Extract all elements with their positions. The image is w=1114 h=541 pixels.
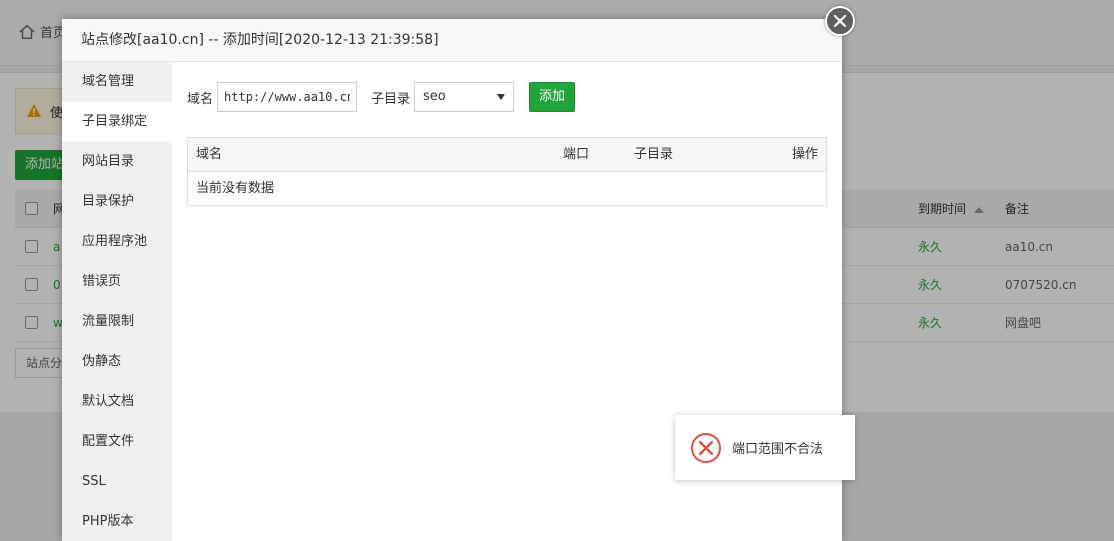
add-binding-button[interactable]: 添加: [529, 82, 576, 112]
domain-input[interactable]: [217, 82, 358, 112]
dialog-sidebar: 域名管理 子目录绑定 网站目录 目录保护 应用程序池 错误页 流量限制 伪静态 …: [62, 62, 172, 541]
toast-message: 端口范围不合法: [732, 442, 824, 457]
sidebar-item-php-version[interactable]: PHP版本: [62, 502, 172, 541]
close-icon: [833, 14, 847, 28]
error-circle-icon: [691, 432, 721, 463]
sidebar-item-dir-protection[interactable]: 目录保护: [62, 182, 172, 222]
empty-table-message: 当前没有数据: [188, 172, 826, 205]
sidebar-item-traffic-limit[interactable]: 流量限制: [62, 302, 172, 342]
sidebar-item-subdir-binding[interactable]: 子目录绑定: [62, 102, 172, 142]
domain-label: 域名: [187, 91, 214, 107]
dialog-close-button[interactable]: [825, 6, 855, 36]
sidebar-item-default-doc[interactable]: 默认文档: [62, 382, 172, 422]
dropdown-arrow-icon: [497, 94, 506, 100]
col-domain: 域名: [196, 147, 223, 162]
subdir-binding-form: 域名 子目录 seo 添加: [187, 82, 576, 112]
subdir-select[interactable]: seo: [414, 82, 515, 112]
sidebar-item-domain[interactable]: 域名管理: [62, 62, 172, 102]
error-toast: 端口范围不合法: [675, 415, 855, 480]
subdir-label: 子目录: [371, 91, 411, 107]
sidebar-item-ssl[interactable]: SSL: [62, 462, 172, 502]
sidebar-item-error-page[interactable]: 错误页: [62, 262, 172, 302]
binding-table-header: 域名 端口 子目录 操作: [188, 138, 826, 172]
col-port: 端口: [563, 147, 590, 162]
col-subdir: 子目录: [634, 147, 674, 162]
sidebar-item-app-pool[interactable]: 应用程序池: [62, 222, 172, 262]
sidebar-item-rewrite[interactable]: 伪静态: [62, 342, 172, 382]
dialog-title: 站点修改[aa10.cn] -- 添加时间[2020-12-13 21:39:5…: [62, 19, 842, 62]
binding-table: 域名 端口 子目录 操作 当前没有数据: [187, 137, 827, 206]
sidebar-item-config-file[interactable]: 配置文件: [62, 422, 172, 462]
sidebar-item-site-directory[interactable]: 网站目录: [62, 142, 172, 182]
subdir-selected-value: seo: [423, 89, 446, 104]
col-action: 操作: [791, 147, 818, 162]
